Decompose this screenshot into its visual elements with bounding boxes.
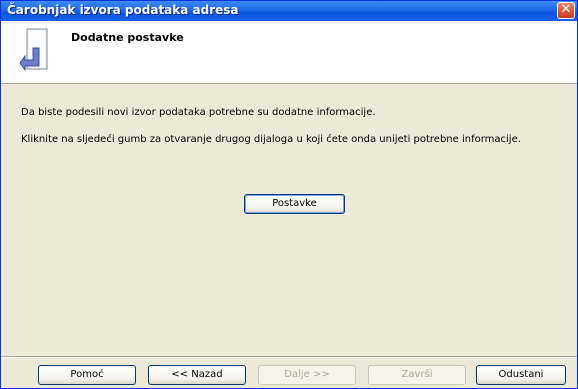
back-button[interactable]: << Nazad <box>148 365 246 385</box>
wizard-header: Dodatne postavke <box>1 21 577 84</box>
title-bar[interactable]: Čarobnjak izvora podataka adresa ✕ <box>1 1 577 21</box>
finish-button[interactable]: Završi <box>368 365 466 385</box>
instruction-text: Kliknite na sljedeći gumb za otvaranje d… <box>21 134 521 145</box>
settings-button[interactable]: Postavke <box>244 194 345 214</box>
next-button[interactable]: Dalje >> <box>258 365 356 385</box>
close-button[interactable]: ✕ <box>557 2 575 19</box>
close-icon: ✕ <box>560 2 572 17</box>
wizard-window: Čarobnjak izvora podataka adresa ✕ Dodat… <box>0 0 578 389</box>
page-title: Dodatne postavke <box>71 31 184 44</box>
info-text: Da biste podesili novi izvor podataka po… <box>21 107 376 118</box>
window-title: Čarobnjak izvora podataka adresa <box>7 3 239 17</box>
document-arrow-icon <box>19 28 48 72</box>
cancel-button[interactable]: Odustani <box>476 365 566 385</box>
help-button[interactable]: Pomoć <box>38 365 136 385</box>
footer-divider <box>1 356 577 358</box>
